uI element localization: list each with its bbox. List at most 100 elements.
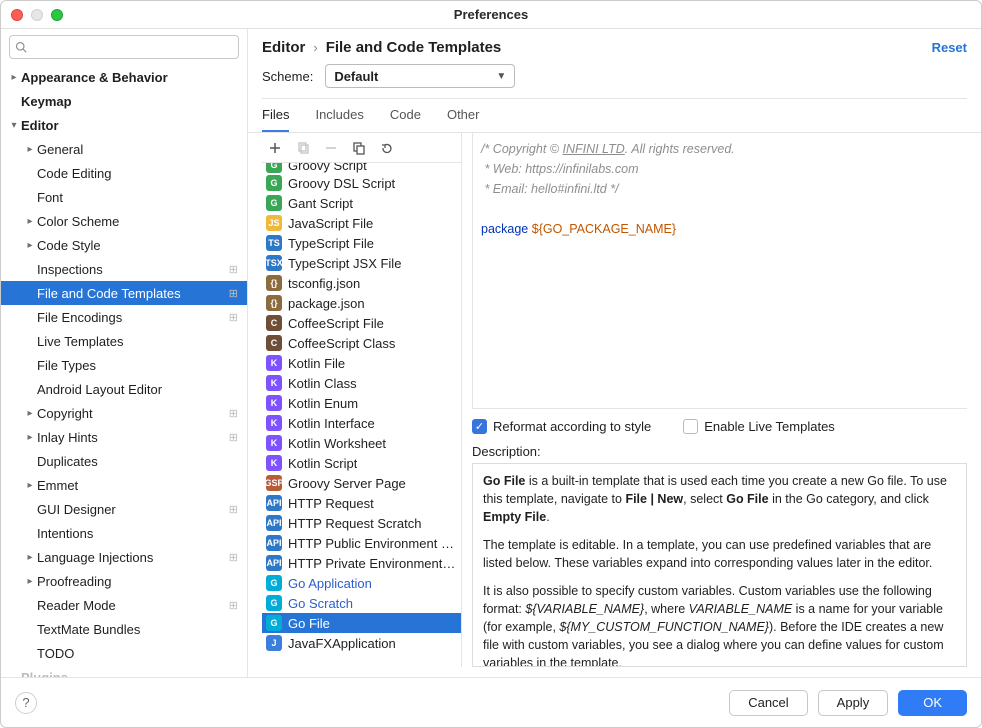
template-item[interactable]: GGroovy Script [262, 163, 461, 173]
file-type-icon: API [266, 495, 282, 511]
cancel-button[interactable]: Cancel [729, 690, 807, 716]
template-item[interactable]: APIHTTP Request [262, 493, 461, 513]
sidebar-item[interactable]: ▸Emmet [1, 473, 247, 497]
sidebar-item-label: Editor [21, 118, 239, 133]
template-item[interactable]: GSPGroovy Server Page [262, 473, 461, 493]
template-item[interactable]: APIHTTP Public Environment File [262, 533, 461, 553]
sidebar-item-label: Font [37, 190, 239, 205]
copy2-button[interactable] [350, 139, 368, 157]
template-item[interactable]: TSXTypeScript JSX File [262, 253, 461, 273]
file-type-icon: K [266, 415, 282, 431]
sidebar-item[interactable]: Keymap [1, 89, 247, 113]
template-name: JavaScript File [288, 216, 373, 231]
scheme-select[interactable]: Default ▼ [325, 64, 515, 88]
sidebar-item[interactable]: TODO [1, 641, 247, 665]
sidebar-item[interactable]: Plugins [1, 665, 247, 677]
sidebar-item[interactable]: TextMate Bundles [1, 617, 247, 641]
close-window-icon[interactable] [11, 9, 23, 21]
tab-other[interactable]: Other [447, 107, 480, 132]
chevron-right-icon: ▸ [23, 240, 37, 251]
template-item[interactable]: KKotlin Interface [262, 413, 461, 433]
zoom-window-icon[interactable] [51, 9, 63, 21]
file-type-icon: K [266, 375, 282, 391]
reset-link[interactable]: Reset [932, 40, 967, 55]
sidebar-item[interactable]: ▸Color Scheme [1, 209, 247, 233]
ok-button[interactable]: OK [898, 690, 967, 716]
file-type-icon: K [266, 455, 282, 471]
file-type-icon: G [266, 595, 282, 611]
sidebar-item-label: Color Scheme [37, 214, 239, 229]
file-type-icon: TSX [266, 255, 282, 271]
sidebar-item[interactable]: ▸Language Injections⊞ [1, 545, 247, 569]
search-input[interactable] [9, 35, 239, 59]
sidebar-item[interactable]: Inspections⊞ [1, 257, 247, 281]
template-item[interactable]: JSJavaScript File [262, 213, 461, 233]
template-item[interactable]: G Go Application [262, 573, 461, 593]
template-item[interactable]: KKotlin File [262, 353, 461, 373]
template-name: JavaFXApplication [288, 636, 396, 651]
sidebar-item[interactable]: File Types [1, 353, 247, 377]
template-item[interactable]: KKotlin Class [262, 373, 461, 393]
add-button[interactable] [266, 139, 284, 157]
titlebar: Preferences [1, 1, 981, 29]
tab-includes[interactable]: Includes [315, 107, 363, 132]
template-item[interactable]: {}package.json [262, 293, 461, 313]
sidebar-item-label: Appearance & Behavior [21, 70, 239, 85]
sidebar-item[interactable]: ▸Inlay Hints⊞ [1, 425, 247, 449]
sidebar-item[interactable]: File Encodings⊞ [1, 305, 247, 329]
live-templates-checkbox[interactable]: Enable Live Templates [683, 419, 835, 434]
template-item[interactable]: JJavaFXApplication [262, 633, 461, 653]
sidebar-item[interactable]: Intentions [1, 521, 247, 545]
template-item[interactable]: CCoffeeScript File [262, 313, 461, 333]
revert-button[interactable] [378, 139, 396, 157]
template-name: Kotlin Script [288, 456, 357, 471]
template-item[interactable]: GGo File [262, 613, 461, 633]
template-item[interactable]: CCoffeeScript Class [262, 333, 461, 353]
chevron-right-icon: ▸ [23, 216, 37, 227]
tab-files[interactable]: Files [262, 107, 289, 132]
sidebar-item[interactable]: Reader Mode⊞ [1, 593, 247, 617]
tab-code[interactable]: Code [390, 107, 421, 132]
sidebar-item-label: Copyright [37, 406, 229, 421]
template-item[interactable]: K Kotlin Script [262, 453, 461, 473]
sidebar-item[interactable]: Code Editing [1, 161, 247, 185]
template-name: HTTP Request Scratch [288, 516, 421, 531]
sidebar-item[interactable]: ▸Appearance & Behavior [1, 65, 247, 89]
template-item[interactable]: APIHTTP Request Scratch [262, 513, 461, 533]
sidebar-item-label: Android Layout Editor [37, 382, 239, 397]
sidebar-item[interactable]: ▸Proofreading [1, 569, 247, 593]
sidebar-item[interactable]: ▸General [1, 137, 247, 161]
help-button[interactable]: ? [15, 692, 37, 714]
sidebar-item[interactable]: ▸Copyright⊞ [1, 401, 247, 425]
template-editor[interactable]: /* Copyright © INFINI LTD. All rights re… [472, 133, 967, 409]
file-type-icon: G [266, 195, 282, 211]
template-item[interactable]: KKotlin Worksheet [262, 433, 461, 453]
sidebar-item[interactable]: Live Templates [1, 329, 247, 353]
template-list[interactable]: GGroovy ScriptGGroovy DSL ScriptGGant Sc… [262, 163, 461, 667]
breadcrumb-page: File and Code Templates [326, 39, 502, 56]
template-item[interactable]: GGroovy DSL Script [262, 173, 461, 193]
sidebar-item[interactable]: ▾Editor [1, 113, 247, 137]
sidebar-item[interactable]: ▸Code Style [1, 233, 247, 257]
reformat-checkbox[interactable]: ✓ Reformat according to style [472, 419, 651, 434]
template-item[interactable]: APIHTTP Private Environment File [262, 553, 461, 573]
template-item[interactable]: {}tsconfig.json [262, 273, 461, 293]
sidebar-item[interactable]: File and Code Templates⊞ [1, 281, 247, 305]
project-scope-icon: ⊞ [229, 431, 239, 444]
settings-tree[interactable]: ▸Appearance & BehaviorKeymap▾Editor▸Gene… [1, 65, 247, 677]
template-item[interactable]: GGo Scratch [262, 593, 461, 613]
breadcrumb-editor[interactable]: Editor [262, 39, 305, 56]
sidebar-item[interactable]: GUI Designer⊞ [1, 497, 247, 521]
template-item[interactable]: KKotlin Enum [262, 393, 461, 413]
template-item[interactable]: TSTypeScript File [262, 233, 461, 253]
template-item[interactable]: GGant Script [262, 193, 461, 213]
sidebar-item-label: Code Style [37, 238, 239, 253]
sidebar-item-label: Code Editing [37, 166, 239, 181]
sidebar-item[interactable]: Duplicates [1, 449, 247, 473]
apply-button[interactable]: Apply [818, 690, 889, 716]
project-scope-icon: ⊞ [229, 263, 239, 276]
template-name: Go Application [288, 576, 372, 591]
sidebar-item[interactable]: Font [1, 185, 247, 209]
sidebar-item[interactable]: Android Layout Editor [1, 377, 247, 401]
file-type-icon: G [266, 575, 282, 591]
